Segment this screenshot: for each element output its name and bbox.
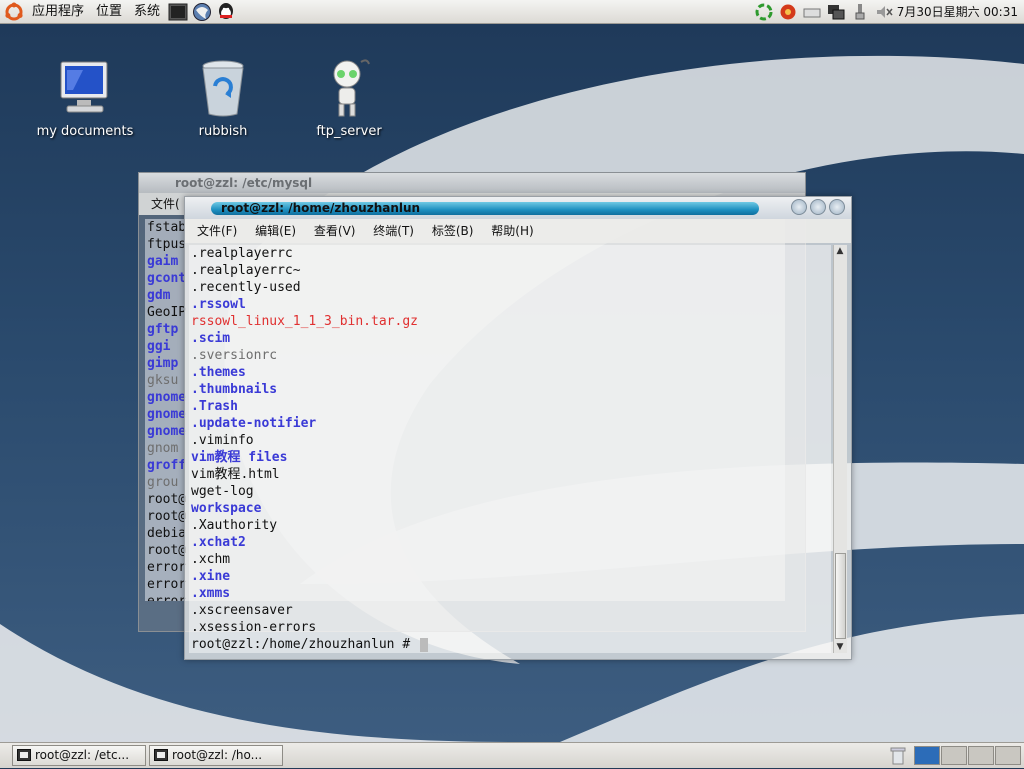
desktop-icon-label: rubbish bbox=[198, 124, 248, 139]
terminal-line: wget-log bbox=[191, 484, 254, 499]
terminal-line: .update-notifier bbox=[191, 416, 317, 431]
taskbar-button-home[interactable]: root@zzl: /ho... bbox=[149, 745, 283, 766]
terminal-line: .xchm bbox=[191, 552, 231, 567]
minimize-button[interactable] bbox=[791, 199, 807, 215]
workspace-switcher[interactable] bbox=[914, 746, 1021, 765]
menu-view[interactable]: 查看(V) bbox=[314, 224, 356, 238]
desktop-icon-my-documents[interactable]: my documents bbox=[30, 56, 140, 139]
window-menubar: 文件(F) 编辑(E) 查看(V) 终端(T) 标签(B) 帮助(H) bbox=[185, 219, 851, 243]
terminal-line: .realplayerrc~ bbox=[191, 263, 301, 278]
qq-launcher-icon[interactable] bbox=[216, 2, 236, 22]
menu-applications[interactable]: 应用程序 bbox=[26, 0, 90, 24]
terminal-icon bbox=[154, 749, 168, 761]
clock[interactable]: 7月30日星期六 00:31 bbox=[897, 0, 1018, 24]
workspace-1[interactable] bbox=[914, 746, 940, 765]
terminal-line: .realplayerrc bbox=[191, 246, 293, 261]
terminal-icon bbox=[17, 749, 31, 761]
terminal-prompt: root@zzl:/home/zhouzhanlun # bbox=[191, 637, 418, 652]
menu-help[interactable]: 帮助(H) bbox=[491, 224, 533, 238]
power-icon[interactable] bbox=[850, 2, 870, 22]
terminal-line: .scim bbox=[191, 331, 231, 346]
trash-icon bbox=[191, 56, 255, 120]
menu-system[interactable]: 系统 bbox=[128, 0, 166, 24]
taskbar-label: root@zzl: /ho... bbox=[172, 748, 263, 762]
terminal-window-home[interactable]: root@zzl: /home/zhouzhanlun 文件(F) 编辑(E) … bbox=[184, 196, 852, 660]
workspace-4[interactable] bbox=[995, 746, 1021, 765]
workspace-2[interactable] bbox=[941, 746, 967, 765]
window-title: root@zzl: /home/zhouzhanlun bbox=[221, 201, 421, 215]
menu-tabs[interactable]: 标签(B) bbox=[432, 224, 474, 238]
terminal-line: .xine bbox=[191, 569, 231, 584]
menu-file[interactable]: 文件(F) bbox=[197, 224, 237, 238]
desktop-icon-label: my documents bbox=[36, 124, 134, 139]
window-title-bar[interactable]: root@zzl: /etc/mysql bbox=[139, 173, 805, 193]
workspace-3[interactable] bbox=[968, 746, 994, 765]
terminal-line: .xmms bbox=[191, 586, 231, 601]
scroll-down-icon[interactable]: ▼ bbox=[834, 641, 846, 653]
terminal-line: vim教程.html bbox=[191, 467, 280, 482]
network-icon[interactable] bbox=[826, 2, 846, 22]
terminal-line: vim教程 files bbox=[191, 450, 288, 465]
terminal-launcher-icon[interactable] bbox=[168, 2, 188, 22]
terminal-line: .rssowl bbox=[191, 297, 246, 312]
terminal-line: .recently-used bbox=[191, 280, 301, 295]
scroll-up-icon[interactable]: ▲ bbox=[834, 245, 846, 257]
terminal-line: .Trash bbox=[191, 399, 238, 414]
volume-muted-icon[interactable] bbox=[874, 2, 894, 22]
terminal-line: .xchat2 bbox=[191, 535, 246, 550]
web-browser-launcher-icon[interactable] bbox=[192, 2, 212, 22]
taskbar-label: root@zzl: /etc... bbox=[35, 748, 130, 762]
menu-places[interactable]: 位置 bbox=[90, 0, 128, 24]
menu-terminal[interactable]: 终端(T) bbox=[373, 224, 414, 238]
keyboard-icon[interactable] bbox=[802, 2, 822, 22]
trash-applet-icon[interactable] bbox=[890, 747, 906, 769]
desktop-icon-ftp-server[interactable]: ftp_server bbox=[294, 56, 404, 139]
maximize-button[interactable] bbox=[810, 199, 826, 215]
bottom-panel: root@zzl: /etc... root@zzl: /ho... bbox=[0, 742, 1024, 768]
terminal-line: .sversionrc bbox=[191, 348, 278, 363]
terminal-line: .xscreensaver bbox=[191, 603, 293, 618]
vertical-scrollbar[interactable]: ▲ ▼ bbox=[833, 245, 847, 653]
terminal-line: .thumbnails bbox=[191, 382, 278, 397]
update-notifier-icon[interactable] bbox=[754, 2, 774, 22]
taskbar-button-mysql[interactable]: root@zzl: /etc... bbox=[12, 745, 146, 766]
computer-icon bbox=[53, 56, 117, 120]
close-button[interactable] bbox=[829, 199, 845, 215]
scrollbar-thumb[interactable] bbox=[835, 553, 846, 639]
top-panel: 应用程序 位置 系统 7月30日星期六 00:31 bbox=[0, 0, 1024, 24]
terminal-content[interactable]: .realplayerrc .realplayerrc~ .recently-use… bbox=[189, 245, 831, 653]
app-tray-icon[interactable] bbox=[778, 2, 798, 22]
robot-icon bbox=[317, 56, 381, 120]
ubuntu-logo-icon[interactable] bbox=[4, 2, 24, 22]
terminal-cursor bbox=[419, 637, 428, 652]
window-title-bar[interactable]: root@zzl: /home/zhouzhanlun bbox=[185, 197, 851, 219]
terminal-prompt-line[interactable]: root@zzl:/home/zhouzhanlun # bbox=[189, 636, 831, 653]
menu-edit[interactable]: 编辑(E) bbox=[255, 224, 296, 238]
menu-file[interactable]: 文件( bbox=[151, 197, 180, 211]
terminal-line: .themes bbox=[191, 365, 246, 380]
desktop-icon-rubbish[interactable]: rubbish bbox=[168, 56, 278, 139]
terminal-line: workspace bbox=[191, 501, 262, 516]
desktop-icon-label: ftp_server bbox=[316, 124, 382, 139]
terminal-line: .Xauthority bbox=[191, 518, 278, 533]
terminal-line: .xsession-errors bbox=[191, 620, 317, 635]
terminal-line: rssowl_linux_1_1_3_bin.tar.gz bbox=[191, 314, 418, 329]
terminal-line: .viminfo bbox=[191, 433, 254, 448]
system-tray bbox=[752, 2, 896, 22]
